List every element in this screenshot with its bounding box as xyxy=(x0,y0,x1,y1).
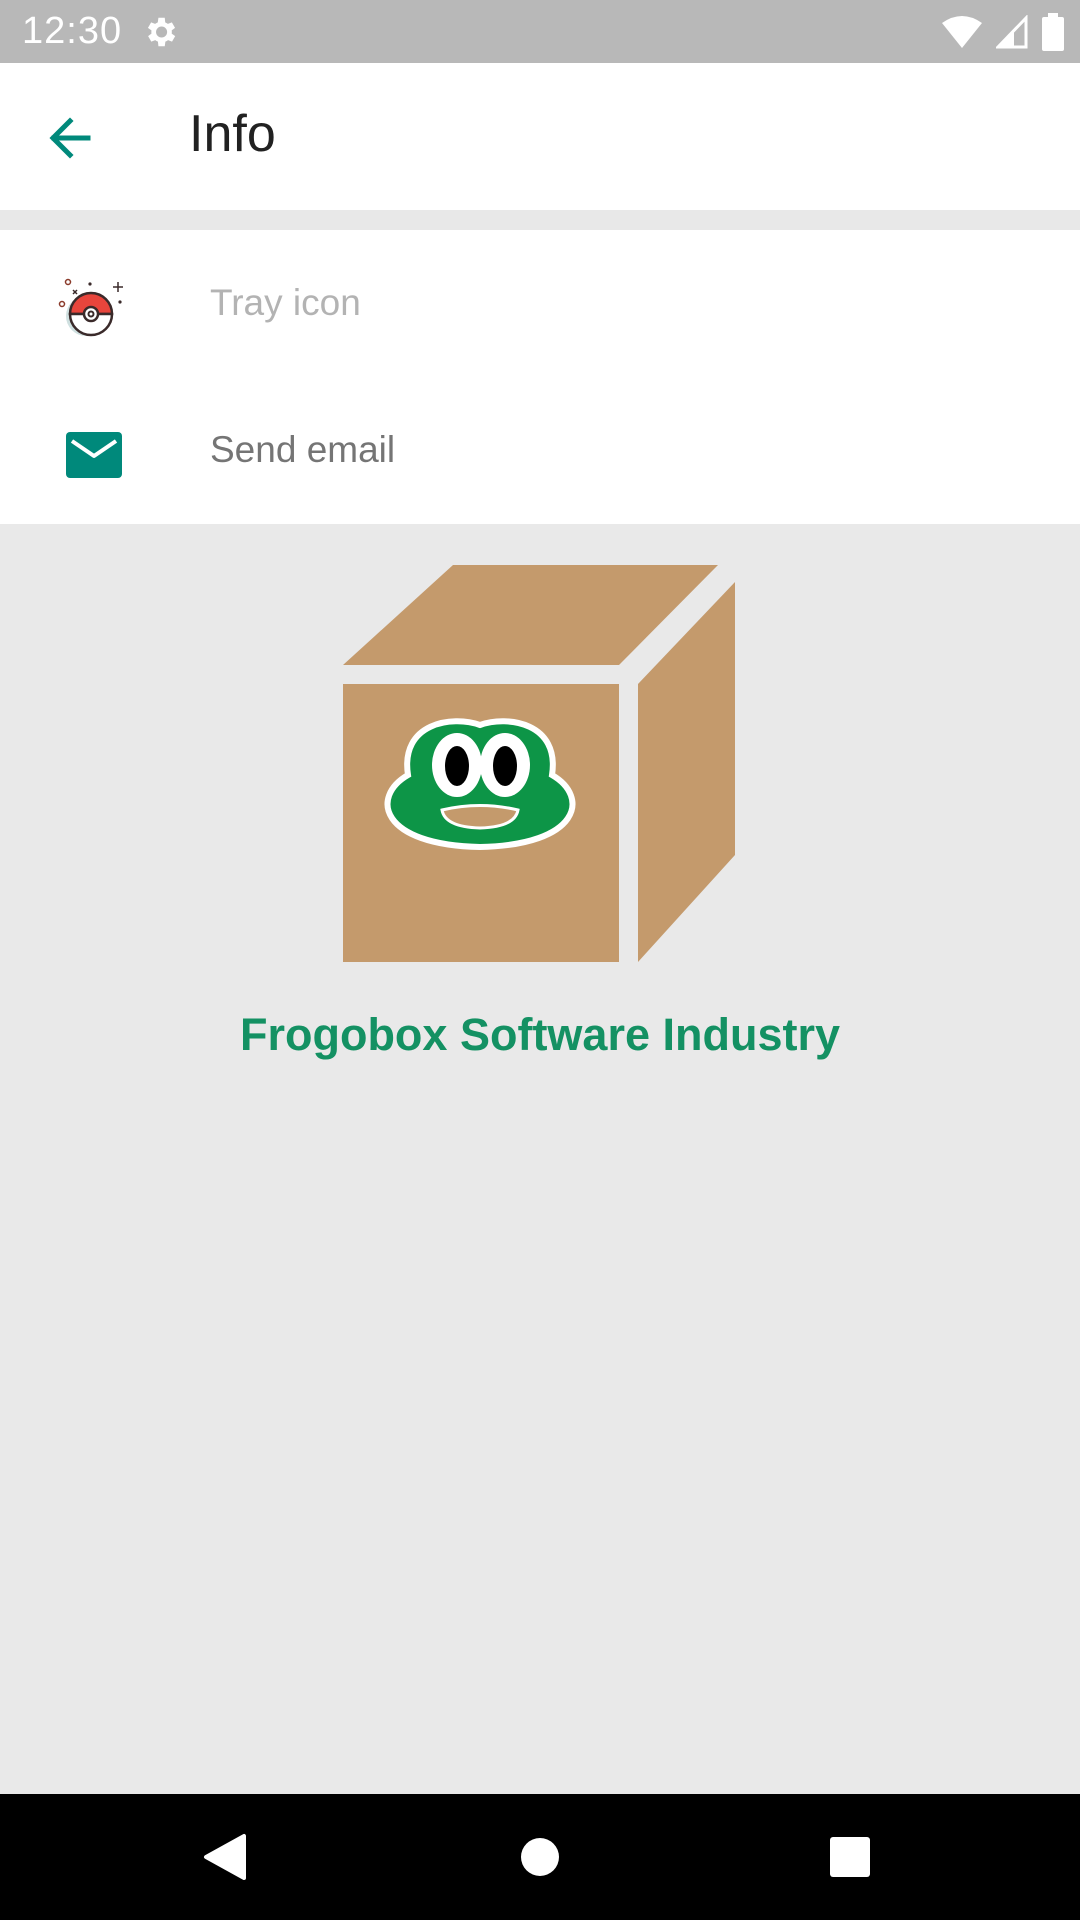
signal-icon xyxy=(996,15,1028,49)
back-button[interactable] xyxy=(40,105,106,171)
pokeball-icon xyxy=(58,278,123,337)
frogobox-logo xyxy=(343,565,735,962)
gear-icon xyxy=(147,17,176,47)
divider xyxy=(0,210,1080,230)
status-icons xyxy=(942,12,1064,52)
battery-icon xyxy=(1042,13,1064,51)
wifi-icon xyxy=(942,16,982,48)
settings-list: Tray icon Send email xyxy=(0,230,1080,524)
list-item-label: Tray icon xyxy=(210,282,361,323)
company-name: Frogobox Software Industry xyxy=(239,1009,841,1060)
status-time: 12:30 xyxy=(22,10,123,52)
arrow-left-icon xyxy=(49,117,91,159)
app-bar: Info xyxy=(0,63,1080,210)
list-item-send-email[interactable]: Send email xyxy=(0,377,1080,524)
email-icon xyxy=(66,432,122,478)
nav-recents-icon[interactable] xyxy=(817,1824,883,1890)
list-item-label: Send email xyxy=(210,429,396,470)
nav-home-icon[interactable] xyxy=(507,1824,573,1890)
nav-back-icon[interactable] xyxy=(192,1824,258,1890)
status-bar: 12:30 xyxy=(0,0,1080,63)
system-nav-bar xyxy=(0,1794,1080,1920)
list-item-tray-icon[interactable]: Tray icon xyxy=(0,230,1080,377)
page-title: Info xyxy=(189,105,276,163)
